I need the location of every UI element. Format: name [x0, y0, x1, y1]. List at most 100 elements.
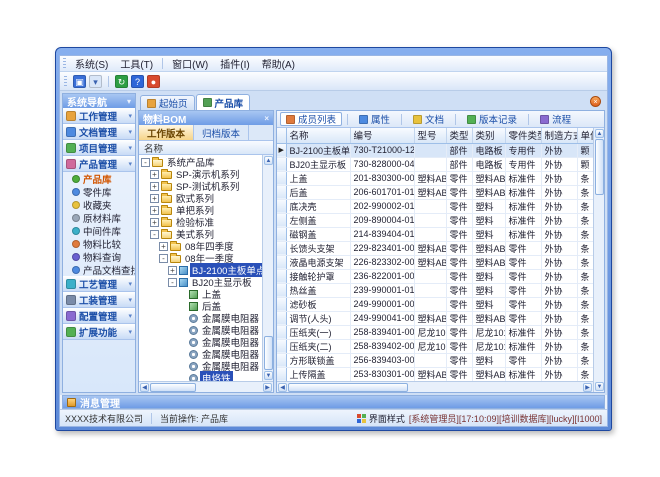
message-panel-header[interactable]: 消息管理	[62, 395, 605, 409]
menu-item[interactable]: 帮助(A)	[256, 55, 301, 72]
column-header[interactable]: 类别	[472, 128, 505, 143]
tree-toggle-icon[interactable]: +	[150, 206, 159, 215]
refresh-icon[interactable]: ↻	[115, 75, 128, 88]
table-row[interactable]: 接触轮护罩236-822001-00E零件塑料零件外协条	[277, 269, 593, 283]
chevron-down-icon[interactable]: ▾	[127, 97, 131, 106]
tree-toggle-icon[interactable]: -	[141, 158, 150, 167]
table-row[interactable]: 压纸夹(一)258-839401-00E尼龙1010零件尼龙1010标准件外协条	[277, 325, 593, 339]
scroll-up-icon[interactable]: ▲	[264, 156, 273, 165]
menu-item[interactable]: 窗口(W)	[166, 55, 214, 72]
tree-toggle-icon[interactable]: +	[150, 218, 159, 227]
scrollbar-thumb[interactable]	[264, 336, 273, 370]
table-row[interactable]: 磁钢盖214-839404-01E零件塑料标准件外协条	[277, 227, 593, 241]
table-row[interactable]: 长馈头支架229-823401-00E塑料ABS零件塑料ABS零件外协条	[277, 241, 593, 255]
table-vertical-scrollbar[interactable]: ▲ ▼	[593, 128, 604, 392]
help-icon[interactable]: ?	[131, 75, 144, 88]
tree-toggle-icon[interactable]: +	[168, 266, 177, 275]
column-header[interactable]: 单位	[577, 128, 593, 143]
nav-item[interactable]: 产品库	[63, 172, 135, 185]
scrollbar-thumb[interactable]	[288, 383, 408, 392]
scroll-down-icon[interactable]: ▼	[595, 382, 604, 391]
tab-close-icon[interactable]: ×	[590, 96, 601, 107]
table-row[interactable]: 压纸夹(二)258-839402-00E尼龙1010零件尼龙1010标准件外协条	[277, 339, 593, 353]
table-row[interactable]: 液晶电源支架226-823302-00E塑料ABS零件塑料ABS零件外协条	[277, 255, 593, 269]
bom-version-tab[interactable]: 归档版本	[194, 125, 249, 140]
nav-panel-header[interactable]: 系统导航 ▾	[63, 94, 135, 108]
table-horizontal-scrollbar[interactable]: ◀ ▶	[277, 381, 593, 392]
scrollbar-thumb[interactable]	[595, 139, 604, 195]
title-bar[interactable]	[59, 48, 608, 55]
column-header[interactable]: 名称	[286, 128, 350, 143]
document-tab[interactable]: 产品库	[196, 94, 251, 110]
nav-item[interactable]: 零件库	[63, 185, 135, 198]
tree-toggle-icon[interactable]: +	[150, 182, 159, 191]
bom-panel-title: 物料BOM	[143, 111, 186, 126]
tree-vertical-scrollbar[interactable]: ▲ ▼	[262, 155, 273, 381]
nav-item[interactable]: 物料查询	[63, 250, 135, 263]
table-row[interactable]: 滤砂板249-990001-00E零件塑料零件外协条	[277, 297, 593, 311]
nav-item[interactable]: 物料比较	[63, 237, 135, 250]
bom-version-tab[interactable]: 工作版本	[139, 125, 194, 140]
table-row[interactable]: 后盖206-601701-01E塑料ABS零件塑料ABS标准件外协条	[277, 185, 593, 199]
member-tab[interactable]: 版本记录	[461, 112, 523, 126]
nav-group[interactable]: 文档管理▾	[63, 124, 135, 140]
column-header[interactable]: 制造方式	[541, 128, 577, 143]
tree-toggle-icon[interactable]: -	[159, 254, 168, 263]
member-tab[interactable]: 成员列表	[280, 112, 342, 126]
scroll-right-icon[interactable]: ▶	[263, 383, 272, 392]
tree-toggle-icon[interactable]: -	[150, 230, 159, 239]
scroll-left-icon[interactable]: ◀	[140, 383, 149, 392]
tree-toggle-icon[interactable]: +	[150, 170, 159, 179]
scroll-up-icon[interactable]: ▲	[595, 129, 604, 138]
scroll-left-icon[interactable]: ◀	[278, 383, 287, 392]
column-header[interactable]: 型号	[414, 128, 446, 143]
table-row[interactable]: 底决壳202-990002-01E零件塑料标准件外协条	[277, 199, 593, 213]
scrollbar-thumb[interactable]	[150, 383, 196, 392]
table-row[interactable]: 方形联锁盖256-839403-00E零件塑料零件外协条	[277, 353, 593, 367]
column-header[interactable]: 编号	[350, 128, 414, 143]
table-row[interactable]: 上传隔盖253-830301-00E塑料ABS零件塑料ABS标准件外协条	[277, 367, 593, 381]
menu-item[interactable]: 插件(I)	[214, 55, 255, 72]
table-row[interactable]: 左侧盖209-890004-01E零件塑料标准件外协条	[277, 213, 593, 227]
table-row[interactable]: 热丝盖239-990001-01E零件塑料零件外协条	[277, 283, 593, 297]
scroll-down-icon[interactable]: ▼	[264, 371, 273, 380]
column-header[interactable]: 类型	[446, 128, 472, 143]
nav-group[interactable]: 工装管理▾	[63, 292, 135, 308]
menu-item[interactable]: 系统(S)	[69, 55, 114, 72]
tree-column-header[interactable]: 名称	[139, 141, 273, 155]
document-tab[interactable]: 起始页	[140, 95, 195, 110]
nav-group[interactable]: 工作管理▾	[63, 108, 135, 124]
cell: 零件	[505, 353, 541, 367]
table-row[interactable]: 调节(人头)249-990041-00E塑料ABS零件塑料ABS零件外协条	[277, 311, 593, 325]
nav-group[interactable]: 配置管理▾	[63, 308, 135, 324]
tree-toggle-icon[interactable]: +	[150, 194, 159, 203]
nav-group[interactable]: 扩展功能▾	[63, 324, 135, 340]
briefcase-icon	[66, 111, 76, 121]
table-row[interactable]: BJ20主显示板730-828000-04E部件电路板专用件外协颗	[277, 157, 593, 171]
member-tab[interactable]: 流程	[534, 112, 577, 126]
close-icon[interactable]: ×	[264, 114, 269, 123]
table-row[interactable]: 上盖201-830300-00E塑料ABS零件塑料ABS标准件外协条	[277, 171, 593, 185]
nav-item[interactable]: 中间件库	[63, 224, 135, 237]
tree-node[interactable]: 电烙铁	[139, 372, 262, 381]
nav-item[interactable]: 收藏夹	[63, 198, 135, 211]
dropdown-caret-icon[interactable]: ▾	[89, 75, 102, 88]
nav-group[interactable]: 工艺管理▾	[63, 276, 135, 292]
cell: 零件	[446, 367, 472, 381]
exit-icon[interactable]: ●	[147, 75, 160, 88]
table-row[interactable]: ▶BJ-2100主板单点730-T21000-12E部件电路板专用件外协颗	[277, 143, 593, 157]
member-tab[interactable]: 文档	[407, 112, 450, 126]
ui-style-button[interactable]: 界面样式	[357, 412, 405, 425]
scroll-right-icon[interactable]: ▶	[583, 383, 592, 392]
nav-group[interactable]: 项目管理▾	[63, 140, 135, 156]
nav-item[interactable]: 产品文档查找	[63, 263, 135, 276]
column-header[interactable]: 零件类型	[505, 128, 541, 143]
menu-item[interactable]: 工具(T)	[114, 55, 159, 72]
nav-item[interactable]: 原材料库	[63, 211, 135, 224]
member-tab[interactable]: 属性	[353, 112, 396, 126]
tree-toggle-icon[interactable]: -	[168, 278, 177, 287]
tree-toggle-icon[interactable]: +	[159, 242, 168, 251]
nav-group[interactable]: 产品管理▾	[63, 156, 135, 172]
tree-horizontal-scrollbar[interactable]: ◀ ▶	[139, 381, 273, 392]
window-icon[interactable]: ▣	[73, 75, 86, 88]
